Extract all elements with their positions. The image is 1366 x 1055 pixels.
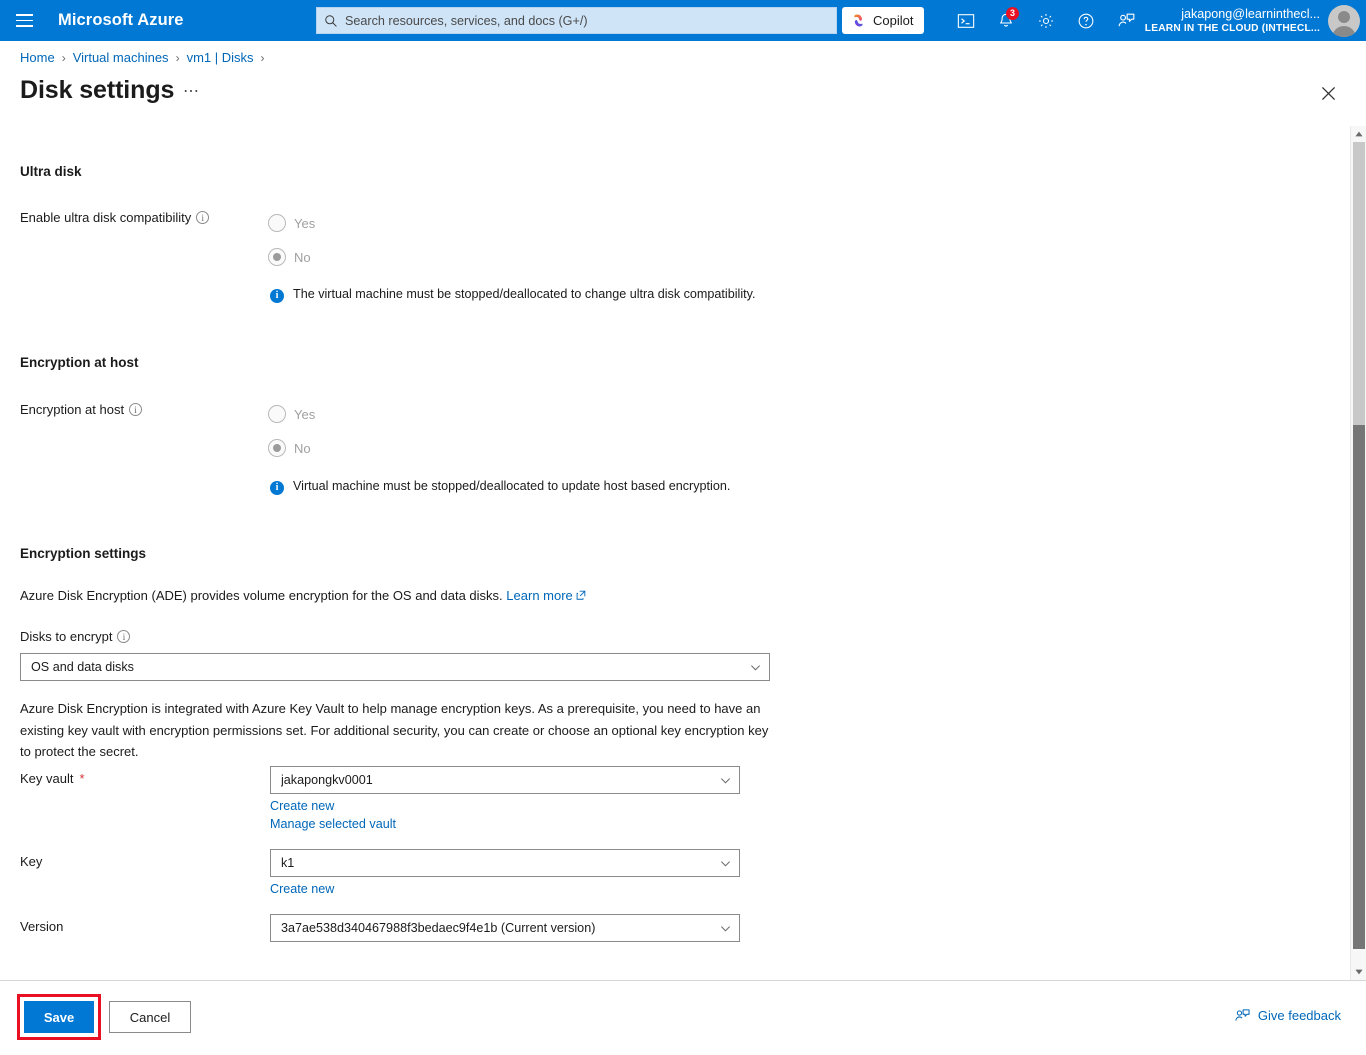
breadcrumb: Home › Virtual machines › vm1 | Disks › [20, 50, 265, 65]
settings-icon[interactable] [1026, 0, 1066, 41]
search-input[interactable] [345, 13, 836, 28]
scroll-up-icon[interactable] [1351, 126, 1366, 142]
chevron-down-icon [749, 662, 761, 673]
radio-label: Yes [294, 215, 316, 231]
page-title: Disk settings [20, 76, 175, 104]
disks-to-encrypt-dropdown[interactable]: OS and data disks [20, 653, 770, 681]
chevron-right-icon: › [61, 50, 66, 65]
key-vault-create-new-link[interactable]: Create new [270, 799, 334, 813]
save-button[interactable]: Save [24, 1001, 94, 1033]
radio-label: Yes [294, 406, 316, 422]
info-outline-icon[interactable] [129, 403, 143, 417]
learn-more-link[interactable]: Learn more [506, 588, 572, 603]
global-header: Microsoft Azure Search resources, servic… [0, 0, 1366, 41]
info-outline-icon[interactable] [196, 211, 210, 225]
radio-indicator [268, 248, 286, 266]
person-feedback-icon [1234, 1007, 1251, 1024]
copilot-label: Copilot [873, 13, 914, 28]
brand-title[interactable]: Microsoft Azure [58, 11, 184, 30]
label-version: Version [20, 919, 63, 934]
copilot-button[interactable]: Copilot [842, 7, 925, 34]
give-feedback-label: Give feedback [1257, 1008, 1341, 1023]
account-info[interactable]: jakapong@learninthecl... LEARN IN THE CL… [1145, 0, 1320, 41]
global-search[interactable] [316, 7, 837, 34]
section-title-ultra-disk: Ultra disk [20, 164, 82, 179]
section-title-encryption-at-host: Encryption at host [20, 355, 139, 370]
account-org: LEARN IN THE CLOUD (INTHECL... [1144, 22, 1320, 34]
required-mark: * [79, 771, 85, 786]
avatar[interactable] [1328, 5, 1360, 37]
chevron-right-icon: › [260, 50, 265, 65]
key-create-new-link[interactable]: Create new [270, 882, 334, 896]
vertical-scrollbar[interactable] [1350, 126, 1366, 980]
more-options-button[interactable]: ⋯ [183, 84, 200, 100]
give-feedback-button[interactable]: Give feedback [1234, 1007, 1341, 1024]
note-encryption-at-host: Virtual machine must be stopped/dealloca… [270, 479, 730, 495]
radio-ultra-disk-no[interactable]: No [268, 248, 311, 266]
manage-selected-vault-link[interactable]: Manage selected vault [270, 817, 396, 831]
encryption-description: Azure Disk Encryption (ADE) provides vol… [20, 585, 780, 607]
scrollbar-track-upper[interactable] [1353, 142, 1365, 425]
label-key-vault: Key vault * [20, 771, 85, 786]
key-vault-paragraph: Azure Disk Encryption is integrated with… [20, 701, 769, 759]
radio-label: No [294, 440, 311, 456]
selected-value: 3a7ae538d340467988f3bedaec9f4e1b (Curren… [281, 921, 596, 935]
label-text: Key [20, 854, 43, 869]
info-filled-icon [270, 481, 284, 495]
label-text: Key vault [20, 771, 74, 786]
cancel-button[interactable]: Cancel [109, 1001, 191, 1033]
description-text: Azure Disk Encryption (ADE) provides vol… [20, 588, 503, 603]
info-filled-icon [270, 289, 284, 303]
label-text: Encryption at host [20, 402, 125, 417]
label-text: Disks to encrypt [20, 629, 113, 644]
label-disks-to-encrypt: Disks to encrypt [20, 629, 131, 644]
note-ultra-disk: The virtual machine must be stopped/deal… [270, 287, 756, 303]
note-text: The virtual machine must be stopped/deal… [293, 287, 756, 301]
chevron-down-icon [719, 923, 731, 934]
chevron-down-icon [719, 775, 731, 786]
breadcrumb-item-home[interactable]: Home [20, 50, 55, 65]
radio-indicator [268, 439, 286, 457]
chevron-right-icon: › [175, 50, 180, 65]
copilot-icon [850, 12, 867, 29]
external-link-icon [576, 585, 586, 607]
feedback-icon[interactable] [1106, 0, 1146, 41]
note-text: Virtual machine must be stopped/dealloca… [293, 479, 731, 493]
disk-settings-form: Ultra disk Enable ultra disk compatibili… [0, 126, 1340, 980]
breadcrumb-item-vm1-disks[interactable]: vm1 | Disks [187, 50, 254, 65]
key-dropdown[interactable]: k1 [270, 849, 740, 877]
radio-encryption-host-no[interactable]: No [268, 439, 311, 457]
cloud-shell-icon[interactable] [946, 0, 986, 41]
command-footer: Save Cancel Give feedback [0, 980, 1366, 1055]
label-key: Key [20, 854, 42, 869]
breadcrumb-item-virtual-machines[interactable]: Virtual machines [73, 50, 169, 65]
selected-value: OS and data disks [31, 660, 134, 674]
close-icon[interactable] [1315, 80, 1341, 106]
help-icon[interactable] [1066, 0, 1106, 41]
header-icon-group: 3 [946, 0, 1146, 41]
radio-encryption-host-yes[interactable]: Yes [268, 405, 315, 423]
chevron-down-icon [719, 858, 731, 869]
scroll-down-icon[interactable] [1351, 964, 1366, 980]
key-vault-dropdown[interactable]: jakapongkv0001 [270, 766, 740, 794]
label-encryption-at-host: Encryption at host [20, 402, 143, 417]
label-enable-ultra-disk: Enable ultra disk compatibility [20, 210, 210, 225]
notification-badge: 3 [1006, 7, 1019, 20]
notifications-icon[interactable]: 3 [986, 0, 1026, 41]
version-dropdown[interactable]: 3a7ae538d340467988f3bedaec9f4e1b (Curren… [270, 914, 740, 942]
label-text: Enable ultra disk compatibility [20, 210, 192, 225]
account-user: jakapong@learninthecl... [1181, 6, 1320, 21]
info-outline-icon[interactable] [117, 630, 131, 644]
label-text: Version [20, 919, 64, 934]
radio-indicator [268, 405, 286, 423]
radio-ultra-disk-yes[interactable]: Yes [268, 214, 315, 232]
hamburger-icon[interactable] [0, 0, 48, 41]
selected-value: k1 [281, 856, 295, 870]
section-title-encryption-settings: Encryption settings [20, 546, 147, 561]
radio-indicator [268, 214, 286, 232]
scrollbar-thumb[interactable] [1353, 425, 1365, 949]
radio-label: No [294, 249, 311, 265]
search-icon [317, 14, 345, 28]
selected-value: jakapongkv0001 [281, 773, 373, 787]
